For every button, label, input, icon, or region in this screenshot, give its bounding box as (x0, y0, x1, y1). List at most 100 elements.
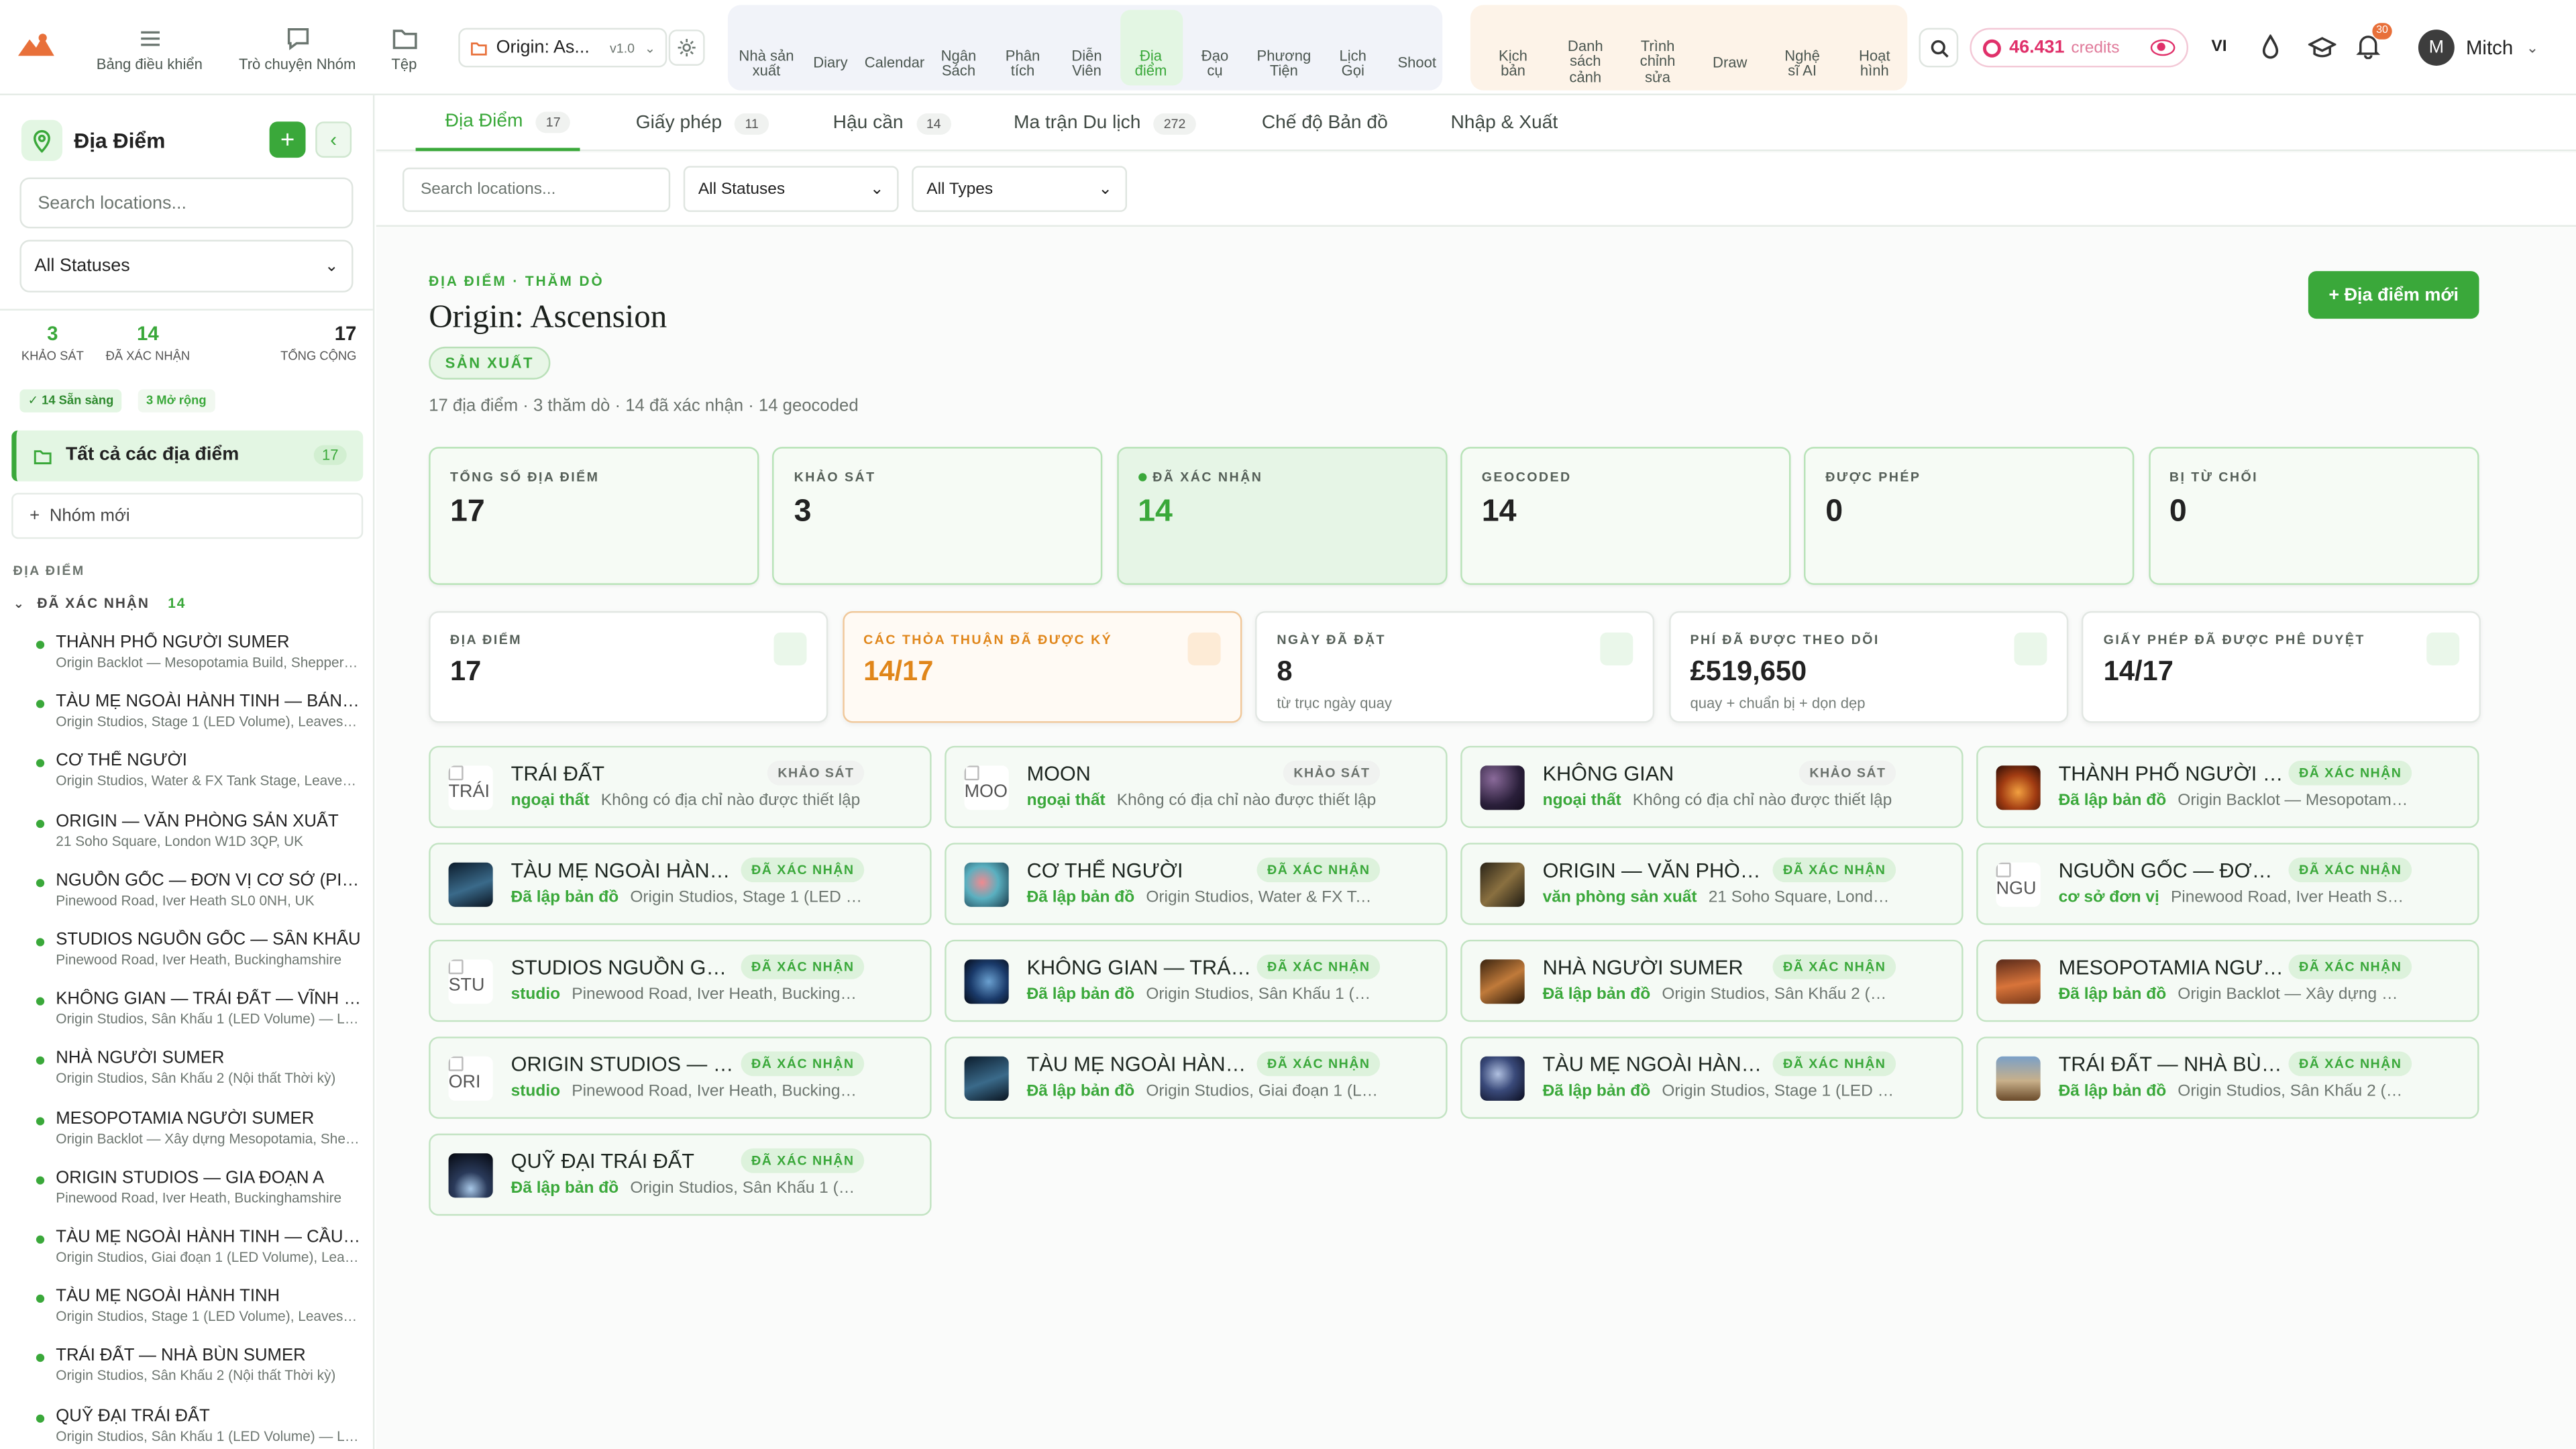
expanded-chip[interactable]: 3 Mở rộng (138, 389, 215, 413)
delete-location-button[interactable] (2433, 1066, 2455, 1089)
sidebar-status-select[interactable]: All Statuses ⌄ (19, 239, 354, 292)
location-search-input[interactable]: Search locations... (402, 167, 671, 212)
location-card[interactable]: KHÔNG GIAN KHẢO SÁT ngoại thất Không có địa… (1460, 745, 1964, 828)
module-breakdown-button[interactable]: Phân tích (991, 10, 1054, 86)
sidebar-location-item[interactable]: KHÔNG GIAN — TRÁI ĐẤT — VĨNH CỬU Origin S… (33, 989, 362, 1038)
sidebar-location-item[interactable]: TÀU MẸ NGOÀI HÀNH TINH Origin Studios, St… (33, 1287, 362, 1336)
location-card[interactable]: TÀU MẸ NGOÀI HÀNH TINHĐÃ XÁC NHẬN Đã lập … (429, 843, 932, 925)
module-props-button[interactable]: Đạo cụ (1184, 10, 1246, 86)
new-location-button[interactable]: + Địa điểm mới (2308, 271, 2479, 319)
tab-travel-matrix[interactable]: Ma trận Du lịch 272 (984, 95, 1196, 151)
tab-locations[interactable]: Địa Điểm 17 (415, 95, 580, 152)
module-diary-button[interactable]: Diary (799, 10, 861, 86)
sidebar-location-item[interactable]: NHÀ NGƯỜI SUMER Origin Studios, Sân Khấu … (33, 1049, 362, 1097)
delete-location-button[interactable] (1401, 775, 1423, 798)
new-group-button[interactable]: + Nhóm mới (11, 492, 364, 539)
delete-location-button[interactable] (885, 969, 907, 992)
stat-confirmed[interactable]: ĐÃ XÁC NHẬN 14 (1116, 447, 1447, 585)
kpi-locations[interactable]: ĐỊA ĐIỂM 17 (429, 611, 828, 723)
tab-map-mode[interactable]: Chế độ Bản đồ (1232, 95, 1388, 151)
delete-location-button[interactable] (885, 1066, 907, 1089)
location-card[interactable]: TRÁI TRÁI ĐẤT KHẢO SÁT ngoại thất Không có đ… (429, 745, 932, 828)
app-logo[interactable] (16, 30, 56, 59)
stat-permitted[interactable]: ĐƯỢC PHÉP 0 (1804, 447, 2135, 585)
module-budget-button[interactable]: Ngân Sách (927, 10, 989, 86)
sidebar-location-item[interactable]: MESOPOTAMIA NGƯỜI SUMER Origin Backlot — … (33, 1108, 362, 1157)
stat-geocoded[interactable]: GEOCODED 14 (1460, 447, 1791, 585)
location-card[interactable]: TÀU MẸ NGOÀI HÀNH TINH — CẦU TÀUĐÃ XÁC N… (945, 1036, 1448, 1119)
sidebar-location-item[interactable]: CƠ THỂ NGƯỜI Origin Studios, Water & FX T… (33, 751, 362, 800)
ready-chip[interactable]: ✓ 14 Sẵn sàng (19, 389, 122, 413)
user-menu[interactable]: M Mitch ⌄ (2418, 28, 2550, 68)
kpi-tracked-fees[interactable]: PHÍ ĐÃ ĐƯỢC THEO DÕI £519,650 quay + chuẩn… (1668, 611, 2068, 723)
delete-location-button[interactable] (2433, 775, 2455, 798)
stat-rejected[interactable]: BỊ TỪ CHỐI 0 (2148, 447, 2479, 585)
stat-total-locations[interactable]: TỔNG SỐ ĐỊA ĐIỂM 17 (429, 447, 759, 585)
delete-location-button[interactable] (885, 872, 907, 895)
location-card[interactable]: QUỸ ĐẠI TRÁI ĐẤT ĐÃ XÁC NHẬN Đã lập bản đồ… (429, 1133, 932, 1216)
credits-pill[interactable]: 46.431 credits (1970, 28, 2189, 68)
tab-import-export[interactable]: Nhập & Xuất (1421, 95, 1558, 151)
confirmed-group-toggle[interactable]: ⌄ ĐÃ XÁC NHẬN 14 (13, 595, 342, 614)
sidebar-location-item[interactable]: ORIGIN STUDIOS — GIA ĐOẠN A Pinewood Road… (33, 1168, 362, 1217)
sidebar-location-item[interactable]: QUỸ ĐẠI TRÁI ĐẤT Origin Studios, Sân Khấu… (33, 1405, 362, 1449)
module-draw-button[interactable]: Draw (1695, 10, 1764, 86)
sidebar-location-item[interactable]: STUDIOS NGUỒN GỐC — SÂN KHẤU Pinewood Roa… (33, 930, 362, 979)
sidebar-location-item[interactable]: TÀU MẸ NGOÀI HÀNH TINH — BẢN ĐIỀU KHIỂNO… (33, 692, 362, 741)
dashboard-button[interactable]: Bảng điều khiển (85, 23, 213, 75)
location-card[interactable]: KHÔNG GIAN — TRÁI ĐẤTĐÃ XÁC NHẬN Đã lập b… (945, 939, 1448, 1022)
delete-location-button[interactable] (1917, 969, 1939, 992)
tab-permits[interactable]: Giấy phép 11 (606, 95, 769, 151)
module-call-sheet-button[interactable]: Lịch Gọi (1322, 10, 1384, 86)
sidebar-location-item[interactable]: ORIGIN — VĂN PHÒNG SẢN XUẤT 21 Soho Squar… (33, 811, 362, 860)
files-button[interactable]: Tệp (378, 23, 430, 75)
module-animation-button[interactable]: Hoạt hình (1840, 10, 1909, 86)
add-location-button[interactable]: + (269, 121, 306, 158)
module-cast-button[interactable]: Diễn Viên (1055, 10, 1118, 86)
location-card[interactable]: ORI ORIGIN STUDIOS — GIA ĐOẠN AĐÃ XÁC NHẬ… (429, 1036, 932, 1119)
module-ai-artist-button[interactable]: Nghệ sĩ AI (1768, 10, 1837, 86)
delete-location-button[interactable] (1917, 775, 1939, 798)
module-shoot-button[interactable]: Shoot (1386, 10, 1448, 86)
kpi-signed-agreements[interactable]: CÁC THỎA THUẬN ĐÃ ĐƯỢC KÝ 14/17 (842, 611, 1242, 723)
global-search-button[interactable] (1919, 28, 1959, 68)
location-card[interactable]: STU STUDIOS NGUỒN GỐC — SÂN KHẤUĐÃ XÁC NH… (429, 939, 932, 1022)
module-calendar-button[interactable]: Calendar (863, 10, 926, 86)
delete-location-button[interactable] (1401, 1066, 1423, 1089)
location-card[interactable]: MESOPOTAMIA NGƯỜI SUMERĐÃ XÁC NHẬN Đã lập… (1976, 939, 2479, 1022)
language-switch[interactable]: VI (2211, 38, 2226, 56)
location-card[interactable]: NGU NGUỒN GỐC — ĐƠN VỊ CƠ SỞĐÃ XÁC NHẬN cơ… (1976, 843, 2479, 925)
sidebar-location-item[interactable]: NGUỒN GỐC — ĐƠN VỊ CƠ SỞ (PINEWOOD) Pinew… (33, 870, 362, 919)
project-selector[interactable]: Origin: As... v1.0 ⌄ (458, 28, 667, 68)
academy-button[interactable] (2307, 34, 2338, 62)
module-editor-button[interactable]: Trình chỉnh sửa (1623, 10, 1693, 86)
team-chat-button[interactable]: Trò chuyện Nhóm (227, 23, 368, 75)
sidebar-location-item[interactable]: THÀNH PHỐ NGƯỜI SUMER Origin Backlot — Me… (33, 633, 362, 682)
location-card[interactable]: TRÁI ĐẤT — NHÀ BÙN SUMERĐÃ XÁC NHẬN Đã lậ… (1976, 1036, 2479, 1119)
module-locations-button[interactable]: Địa điểm (1119, 9, 1183, 86)
theme-toggle[interactable] (2259, 34, 2287, 62)
module-producer-button[interactable]: Nhà sản xuất (735, 10, 798, 86)
sidebar-location-item[interactable]: TÀU MẸ NGOÀI HÀNH TINH — CẦU TÀU Origin S… (33, 1227, 362, 1276)
delete-location-button[interactable] (2433, 872, 2455, 895)
project-settings-button[interactable] (668, 30, 705, 66)
location-card[interactable]: ORIGIN — VĂN PHÒNG SẢN XUẤTĐÃ XÁC NHẬN vă… (1460, 843, 1964, 925)
stat-survey[interactable]: KHẢO SÁT 3 (772, 447, 1104, 585)
status-filter-select[interactable]: All Statuses ⌄ (683, 166, 899, 212)
kpi-approved-permits[interactable]: GIẤY PHÉP ĐÃ ĐƯỢC PHÊ DUYỆT 14/17 (2082, 611, 2481, 723)
delete-location-button[interactable] (1401, 969, 1423, 992)
location-card[interactable]: TÀU MẸ NGOÀI HÀNH TINHĐÃ XÁC NHẬN Đã lập … (1460, 1036, 1964, 1119)
location-card[interactable]: CƠ THỂ NGƯỜI ĐÃ XÁC NHẬN Đã lập bản đồ Orig… (945, 843, 1448, 925)
location-card[interactable]: NHÀ NGƯỜI SUMER ĐÃ XÁC NHẬN Đã lập bản đồ O… (1460, 939, 1964, 1022)
type-filter-select[interactable]: All Types ⌄ (912, 166, 1128, 212)
delete-location-button[interactable] (1917, 1066, 1939, 1089)
delete-location-button[interactable] (885, 775, 907, 798)
delete-location-button[interactable] (1917, 872, 1939, 895)
all-locations-item[interactable]: Tất cả các địa điểm 17 (11, 430, 364, 482)
sidebar-location-item[interactable]: TRÁI ĐẤT — NHÀ BÙN SUMER Origin Studios, … (33, 1346, 362, 1395)
delete-location-button[interactable] (1401, 872, 1423, 895)
tab-logistics[interactable]: Hậu cần 14 (804, 95, 951, 151)
location-card[interactable]: THÀNH PHỐ NGƯỜI SUMERĐÃ XÁC NHẬN Đã lập b… (1976, 745, 2479, 828)
collapse-sidebar-button[interactable]: ‹ (315, 121, 352, 158)
location-card[interactable]: MOO MOON KHẢO SÁT ngoại thất Không có địa ch… (945, 745, 1448, 828)
